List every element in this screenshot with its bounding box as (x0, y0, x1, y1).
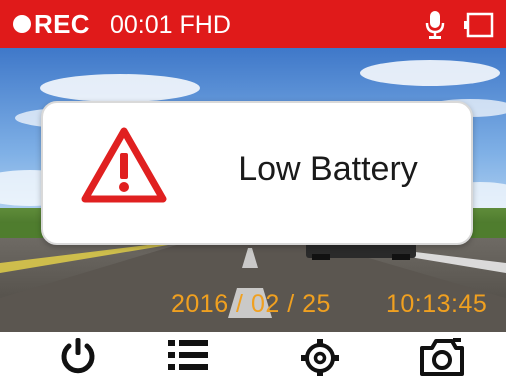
bottom-toolbar (0, 332, 506, 376)
power-icon (61, 338, 95, 374)
record-dot-icon (13, 15, 31, 33)
snapshot-button[interactable] (418, 336, 466, 376)
microphone-icon (424, 10, 446, 40)
alert-message: Low Battery (238, 150, 418, 188)
time-overlay: 10:13:45 (386, 290, 488, 318)
date-overlay: 2016 / 02 / 25 (171, 290, 331, 318)
warning-triangle-icon (79, 125, 169, 207)
rec-label: REC (34, 9, 90, 39)
battery-empty-icon (463, 11, 495, 39)
dashcam-screen: REC 00:01 FHD Low Battery 2016 / 02 / 25… (0, 0, 506, 376)
low-battery-dialog: Low Battery (41, 101, 473, 245)
power-button[interactable] (54, 336, 102, 376)
settings-gear-icon (301, 339, 339, 376)
status-bar: REC 00:01 FHD (0, 0, 506, 48)
settings-button[interactable] (296, 336, 344, 376)
recording-time: 00:01 FHD (110, 11, 231, 39)
menu-list-icon (168, 340, 208, 370)
menu-button[interactable] (164, 336, 212, 376)
camera-snapshot-icon (420, 338, 464, 376)
